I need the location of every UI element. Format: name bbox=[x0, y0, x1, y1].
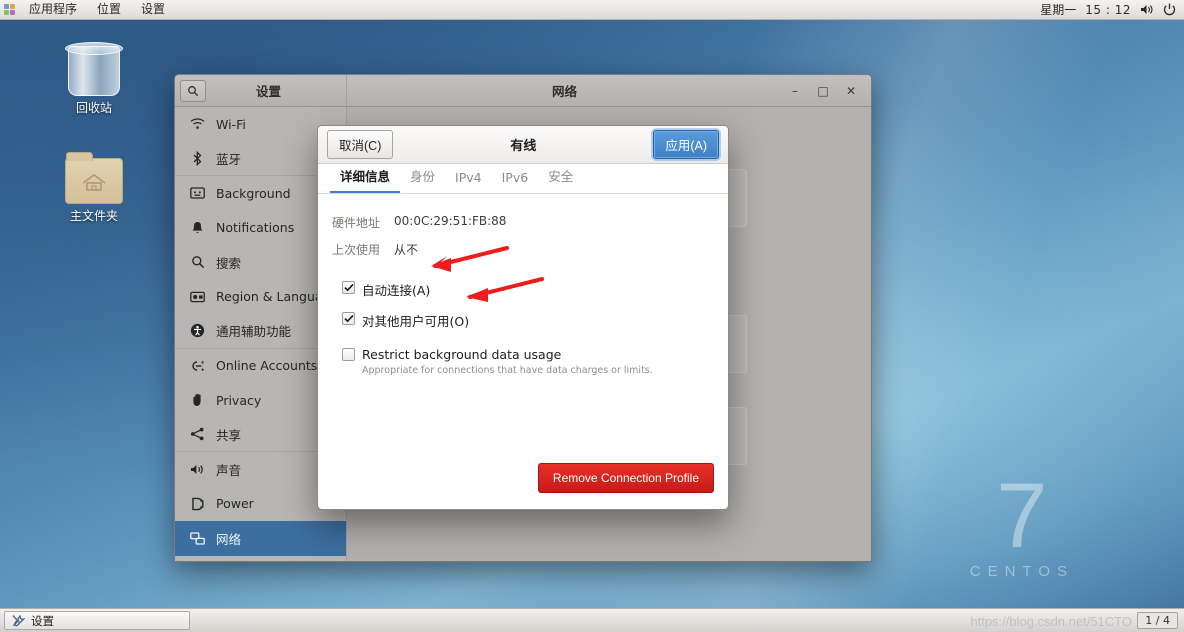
maximize-button[interactable]: □ bbox=[810, 78, 836, 104]
auto-connect-checkbox[interactable] bbox=[342, 281, 355, 294]
sidebar-item-label: 共享 bbox=[216, 427, 242, 443]
sidebar-header: 设置 bbox=[175, 75, 347, 106]
dialog-header: 取消(C) 有线 应用(A) bbox=[318, 126, 728, 164]
applications-menu[interactable]: 应用程序 bbox=[20, 0, 86, 19]
accessibility-icon bbox=[189, 323, 206, 339]
tab-ipv4[interactable]: IPv4 bbox=[445, 170, 492, 193]
power-icon[interactable] bbox=[1163, 3, 1176, 16]
connection-editor-dialog: 取消(C) 有线 应用(A) 详细信息 身份 IPv4 IPv6 安全 硬件地址… bbox=[317, 125, 729, 510]
taskbar-window-label: 设置 bbox=[31, 613, 54, 628]
tab-identity[interactable]: 身份 bbox=[400, 166, 445, 193]
watermark-text: https://blog.csdn.net/51CTO bbox=[970, 614, 1132, 629]
privacy-hand-icon bbox=[189, 392, 206, 408]
search-icon bbox=[188, 85, 199, 96]
sidebar-item-label: Online Accounts bbox=[216, 358, 318, 374]
bottom-panel: 设置 1 / 4 https://blog.csdn.net/51CTO bbox=[0, 608, 1184, 632]
detail-value: 00:0C:29:51:FB:88 bbox=[394, 214, 507, 228]
bell-icon bbox=[189, 220, 206, 236]
sidebar-item-label: Notifications bbox=[216, 220, 295, 236]
sidebar-item-network[interactable]: 网络 bbox=[175, 521, 346, 556]
home-folder-icon bbox=[65, 152, 123, 204]
panel-clock[interactable]: 15 : 12 bbox=[1085, 3, 1131, 17]
window-title: 网络 bbox=[551, 84, 577, 99]
sidebar-item-label: Power bbox=[216, 496, 254, 512]
places-menu[interactable]: 位置 bbox=[88, 0, 130, 19]
top-panel: 应用程序 位置 设置 星期一 15 : 12 bbox=[0, 0, 1184, 20]
centos-branding: 7 CENTOS bbox=[969, 465, 1074, 580]
wifi-icon bbox=[189, 116, 206, 132]
detail-key: 上次使用 bbox=[332, 243, 381, 257]
tools-icon bbox=[12, 615, 25, 627]
checkmark-icon bbox=[343, 283, 354, 292]
sidebar-item-label: 蓝牙 bbox=[216, 151, 242, 167]
checkbox-row-auto-connect[interactable]: 自动连接(A) bbox=[342, 280, 728, 299]
auto-connect-text: 自动连接(A) bbox=[362, 280, 430, 299]
sidebar-item-label: 声音 bbox=[216, 462, 242, 478]
desktop-icon-trash-label: 回收站 bbox=[75, 101, 112, 115]
search-icon bbox=[189, 254, 206, 270]
centos-wordmark: CENTOS bbox=[969, 563, 1074, 580]
bottom-panel-right: 1 / 4 bbox=[1137, 612, 1184, 629]
power-plug-icon bbox=[189, 496, 206, 512]
detail-value: 从不 bbox=[394, 243, 419, 257]
dialog-title: 有线 bbox=[510, 139, 537, 154]
bluetooth-icon bbox=[189, 150, 206, 166]
checkbox-row-available-to-others[interactable]: 对其他用户可用(O) bbox=[342, 311, 728, 330]
minimize-button[interactable]: – bbox=[782, 78, 808, 104]
panel-day-label: 星期一 bbox=[1040, 3, 1077, 17]
tab-details[interactable]: 详细信息 bbox=[330, 166, 401, 193]
sidebar-item-label: 通用辅助功能 bbox=[216, 324, 292, 340]
sidebar-item-label: Privacy bbox=[216, 392, 262, 408]
applications-logo-icon bbox=[4, 3, 16, 16]
desktop-icon-home-label: 主文件夹 bbox=[69, 209, 118, 223]
centos-version: 7 bbox=[996, 465, 1048, 567]
taskbar-window-settings[interactable]: 设置 bbox=[4, 611, 190, 630]
detail-row-hardware-address: 硬件地址 00:0C:29:51:FB:88 bbox=[332, 214, 728, 231]
workspace-switcher[interactable]: 1 / 4 bbox=[1137, 612, 1178, 629]
trash-icon bbox=[65, 42, 123, 96]
cancel-button[interactable]: 取消(C) bbox=[327, 130, 394, 159]
sidebar-item-label: 网络 bbox=[216, 531, 242, 547]
checkmark-icon bbox=[343, 314, 354, 323]
detail-key: 硬件地址 bbox=[332, 216, 381, 230]
tab-ipv6[interactable]: IPv6 bbox=[492, 170, 539, 193]
search-button[interactable] bbox=[180, 79, 206, 102]
window-controls: – □ ✕ bbox=[782, 75, 871, 106]
sidebar-item-label: Wi-Fi bbox=[216, 116, 246, 132]
sidebar-item-label: Background bbox=[216, 185, 291, 201]
dialog-content: 硬件地址 00:0C:29:51:FB:88 上次使用 从不 自动连接(A) 对… bbox=[318, 194, 728, 509]
share-icon bbox=[189, 426, 206, 442]
available-to-others-text: 对其他用户可用(O) bbox=[362, 311, 469, 330]
sidebar-item-label: 搜索 bbox=[216, 255, 242, 271]
desktop-icon-home[interactable]: 主文件夹 bbox=[48, 152, 140, 224]
panel-status-area: 星期一 15 : 12 bbox=[1040, 1, 1184, 18]
remove-connection-profile-button[interactable]: Remove Connection Profile bbox=[537, 463, 714, 493]
network-icon bbox=[189, 530, 206, 546]
apply-button[interactable]: 应用(A) bbox=[653, 130, 719, 159]
dialog-tabs: 详细信息 身份 IPv4 IPv6 安全 bbox=[318, 164, 728, 194]
checkbox-label: 对其他用户可用(O) bbox=[362, 314, 470, 329]
panel-menu-group: 应用程序 位置 设置 bbox=[0, 0, 174, 19]
settings-title: 设置 bbox=[255, 84, 281, 99]
background-icon bbox=[189, 185, 206, 201]
desktop-icon-trash[interactable]: 回收站 bbox=[48, 42, 140, 116]
window-titlebar[interactable]: 设置 网络 – □ ✕ bbox=[175, 75, 871, 107]
house-glyph bbox=[82, 173, 106, 191]
detail-row-last-used: 上次使用 从不 bbox=[332, 241, 728, 258]
system-menu[interactable]: 设置 bbox=[132, 0, 174, 19]
online-accounts-icon bbox=[189, 358, 206, 374]
region-icon bbox=[189, 289, 206, 305]
checkbox-label: Restrict background data usage bbox=[362, 347, 562, 362]
checkbox-sublabel: Appropriate for connections that have da… bbox=[362, 365, 653, 376]
tab-security[interactable]: 安全 bbox=[538, 166, 583, 193]
checkbox-row-restrict-background-data[interactable]: Restrict background data usage Appropria… bbox=[342, 344, 728, 376]
volume-icon[interactable] bbox=[1140, 3, 1154, 16]
sound-icon bbox=[189, 461, 206, 477]
restrict-background-data-checkbox[interactable] bbox=[342, 348, 355, 361]
checkbox-label: 自动连接(A) bbox=[362, 283, 431, 298]
available-to-others-checkbox[interactable] bbox=[342, 312, 355, 325]
restrict-background-data-text: Restrict background data usage Appropria… bbox=[362, 344, 653, 377]
close-button[interactable]: ✕ bbox=[838, 78, 864, 104]
